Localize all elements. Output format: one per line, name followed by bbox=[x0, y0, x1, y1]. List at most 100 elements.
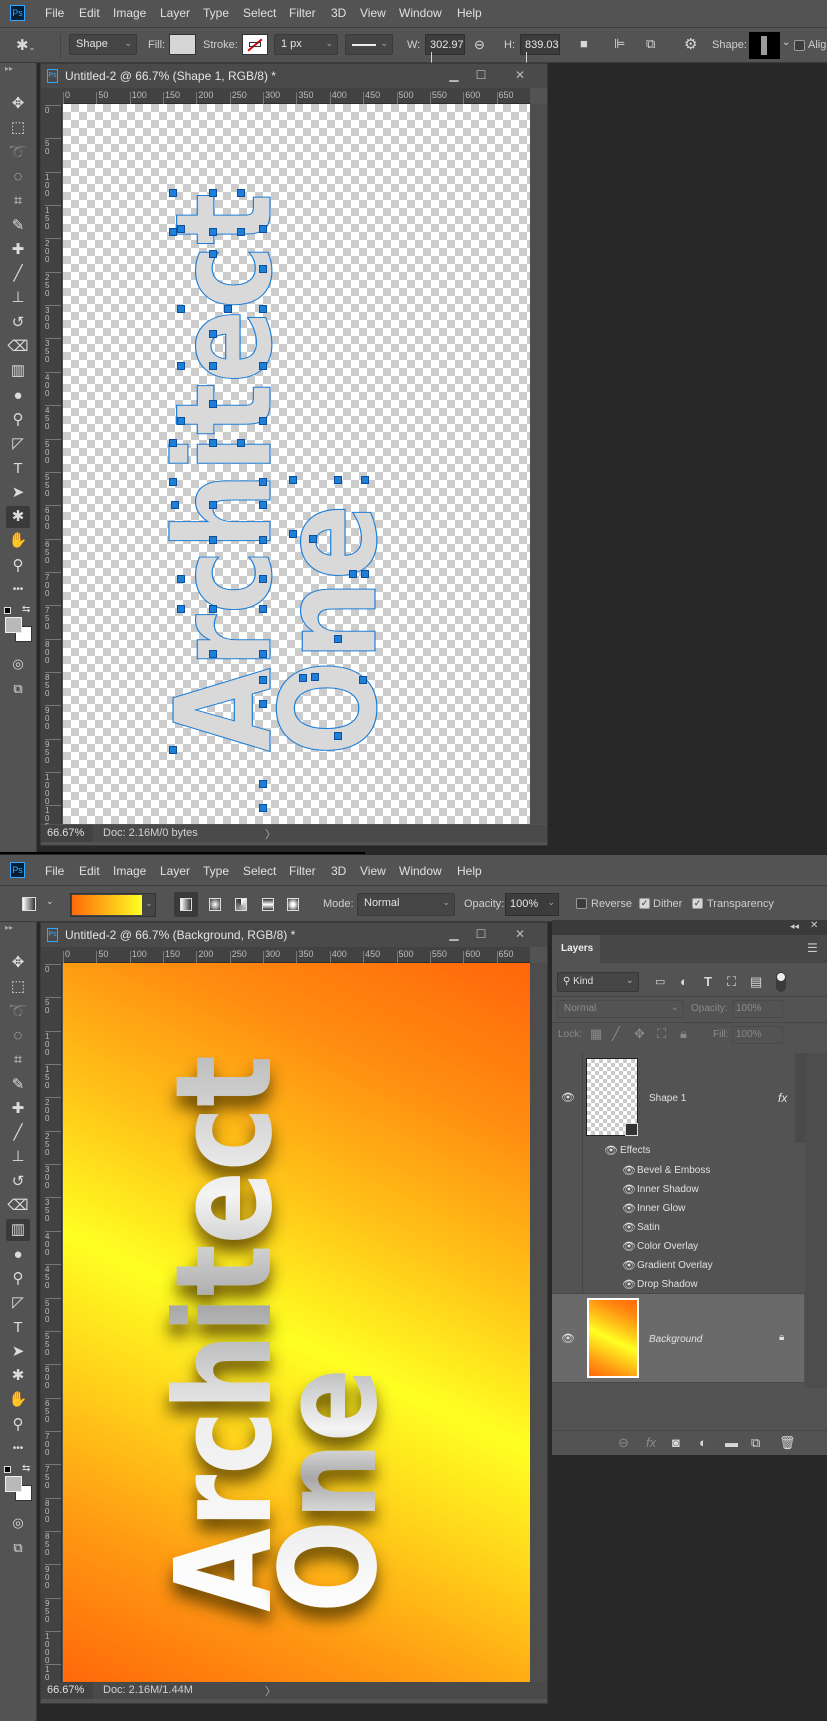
move-tool-icon[interactable]: ✥ bbox=[6, 93, 30, 115]
minimize-button[interactable]: ▁ bbox=[441, 66, 467, 85]
visibility-eye-icon[interactable]: 👁︎ bbox=[561, 1332, 575, 1345]
filter-shape-icon[interactable]: ⛶ bbox=[727, 974, 736, 990]
type-tool-icon[interactable]: T bbox=[6, 1317, 30, 1339]
height-field[interactable]: 839.03 | bbox=[520, 34, 560, 63]
anchor-point[interactable] bbox=[259, 650, 267, 658]
gradient-tool-preset-icon[interactable] bbox=[22, 897, 36, 911]
quick-mask-icon[interactable]: ◎ bbox=[6, 1512, 30, 1534]
anchor-point[interactable] bbox=[289, 476, 297, 484]
menu-file[interactable]: File bbox=[45, 864, 64, 878]
ruler-origin[interactable] bbox=[41, 947, 62, 963]
fx-icon[interactable]: fx bbox=[778, 1091, 787, 1105]
anchor-point[interactable] bbox=[259, 676, 267, 684]
link-icon[interactable]: ⊖ bbox=[474, 37, 485, 53]
menu-filter[interactable]: Filter bbox=[289, 6, 316, 20]
anchor-point[interactable] bbox=[177, 417, 185, 425]
anchor-point[interactable] bbox=[334, 732, 342, 740]
new-layer-icon[interactable]: ⧉ bbox=[751, 1435, 760, 1451]
anchor-point[interactable] bbox=[209, 605, 217, 613]
anchor-point[interactable] bbox=[224, 305, 232, 313]
tool-mode-dropdown[interactable]: Shape ⌄ bbox=[69, 34, 137, 55]
menu-layer[interactable]: Layer bbox=[160, 864, 190, 878]
visibility-eye-icon[interactable]: 👁︎ bbox=[622, 1202, 636, 1215]
lock-image-pixels-icon[interactable]: ╱ bbox=[612, 1026, 620, 1042]
ruler-origin[interactable] bbox=[41, 88, 62, 104]
anchor-point[interactable] bbox=[177, 305, 185, 313]
horizontal-ruler[interactable]: 0 50 100 150 200 250 300 350 400 450 500 550 600 650 bbox=[62, 88, 530, 104]
styled-text-one[interactable]: One bbox=[253, 1368, 407, 1613]
close-panel-icon[interactable]: ✕ bbox=[810, 920, 818, 931]
anchor-point[interactable] bbox=[169, 189, 177, 197]
anchor-point[interactable] bbox=[177, 605, 185, 613]
zoom-tool-icon[interactable]: ⚲ bbox=[6, 555, 30, 577]
menu-type[interactable]: Type bbox=[203, 6, 229, 20]
filter-type-icon[interactable]: T bbox=[704, 974, 712, 989]
layer-name[interactable]: Shape 1 bbox=[649, 1093, 686, 1104]
horizontal-ruler[interactable]: 0 50 100 150 200 250 300 350 400 450 500 550 600 650 bbox=[62, 947, 530, 963]
document-tab[interactable]: Ps Untitled-2 @ 66.7% (Shape 1, RGB/8) *… bbox=[41, 64, 547, 88]
screen-mode-icon[interactable]: ⧉ bbox=[6, 1537, 30, 1559]
menu-help[interactable]: Help bbox=[457, 6, 482, 20]
width-field[interactable]: 302.97 | bbox=[425, 34, 465, 63]
visibility-eye-icon[interactable]: 👁︎ bbox=[622, 1259, 636, 1272]
move-tool-icon[interactable]: ✥ bbox=[6, 952, 30, 974]
anchor-point[interactable] bbox=[349, 570, 357, 578]
expand-icon[interactable]: ▸▸ bbox=[5, 64, 13, 73]
layer-row-background[interactable]: 👁︎ Background 🔒︎ bbox=[552, 1293, 804, 1383]
effect-row[interactable]: 👁︎ Inner Shadow bbox=[552, 1182, 792, 1200]
menu-file[interactable]: File bbox=[45, 6, 64, 20]
stroke-type-dropdown[interactable]: ⌄ bbox=[345, 34, 393, 55]
close-button[interactable]: ✕ bbox=[507, 66, 533, 85]
history-brush-tool-icon[interactable]: ↺ bbox=[6, 1171, 30, 1193]
path-alignment-icon[interactable]: ⊫ bbox=[614, 36, 625, 52]
effect-row[interactable]: 👁︎ Satin bbox=[552, 1220, 792, 1238]
menu-image[interactable]: Image bbox=[113, 864, 146, 878]
anchor-point[interactable] bbox=[169, 439, 177, 447]
delete-layer-icon[interactable]: 🗑︎ bbox=[779, 1435, 796, 1451]
anchor-point[interactable] bbox=[259, 265, 267, 273]
filter-smart-object-icon[interactable]: ▤ bbox=[750, 974, 762, 990]
fill-swatch[interactable] bbox=[169, 34, 196, 55]
filter-kind-dropdown[interactable]: ⚲ Kind ⌄ bbox=[557, 972, 639, 992]
anchor-point[interactable] bbox=[309, 535, 317, 543]
hand-tool-icon[interactable]: ✋ bbox=[6, 530, 30, 552]
lock-position-icon[interactable]: ✥ bbox=[634, 1026, 645, 1042]
quick-select-tool-icon[interactable]: ◌ bbox=[6, 1025, 30, 1047]
anchor-point[interactable] bbox=[259, 700, 267, 708]
menu-view[interactable]: View bbox=[360, 864, 386, 878]
shape-path-one[interactable]: One bbox=[252, 503, 407, 756]
anchor-point[interactable] bbox=[237, 228, 245, 236]
eyedropper-tool-icon[interactable]: ✎ bbox=[6, 215, 30, 237]
clone-stamp-tool-icon[interactable]: ⊥ bbox=[6, 1146, 30, 1168]
healing-brush-tool-icon[interactable]: ✚ bbox=[6, 1098, 30, 1120]
blur-tool-icon[interactable]: ● bbox=[6, 1244, 30, 1266]
eraser-tool-icon[interactable]: ⌫ bbox=[6, 1195, 30, 1217]
gradient-tool-icon[interactable]: ▥ bbox=[6, 1219, 30, 1242]
more-tools-icon[interactable]: ••• bbox=[6, 579, 30, 601]
fill-field[interactable]: 100% bbox=[732, 1026, 783, 1044]
diamond-gradient-button[interactable] bbox=[281, 892, 305, 917]
menu-edit[interactable]: Edit bbox=[79, 864, 100, 878]
visibility-eye-icon[interactable]: 👁︎ bbox=[622, 1183, 636, 1196]
gradient-tool-icon[interactable]: ▥ bbox=[6, 360, 30, 382]
custom-shape-tool-icon[interactable]: ✱ bbox=[6, 1365, 30, 1387]
anchor-point[interactable] bbox=[359, 676, 367, 684]
anchor-point[interactable] bbox=[259, 804, 267, 812]
healing-brush-tool-icon[interactable]: ✚ bbox=[6, 239, 30, 261]
marquee-tool-icon[interactable]: ⬚ bbox=[6, 976, 30, 998]
align-edges-checkbox[interactable] bbox=[794, 40, 805, 51]
anchor-point[interactable] bbox=[259, 478, 267, 486]
menu-3d[interactable]: 3D bbox=[331, 864, 346, 878]
panel-menu-icon[interactable]: ☰ bbox=[807, 941, 818, 955]
tab-layers[interactable]: Layers bbox=[552, 935, 600, 963]
anchor-point[interactable] bbox=[169, 478, 177, 486]
anchor-point[interactable] bbox=[209, 536, 217, 544]
gradient-picker[interactable]: ⌄ bbox=[70, 893, 156, 917]
menu-select[interactable]: Select bbox=[243, 864, 276, 878]
expand-icon[interactable]: ▸▸ bbox=[5, 923, 13, 932]
effect-row[interactable]: 👁︎ Bevel & Emboss bbox=[552, 1163, 792, 1181]
new-group-icon[interactable]: ▬ bbox=[725, 1435, 738, 1450]
anchor-point[interactable] bbox=[209, 650, 217, 658]
visibility-eye-icon[interactable]: 👁︎ bbox=[561, 1091, 575, 1104]
anchor-point[interactable] bbox=[259, 225, 267, 233]
